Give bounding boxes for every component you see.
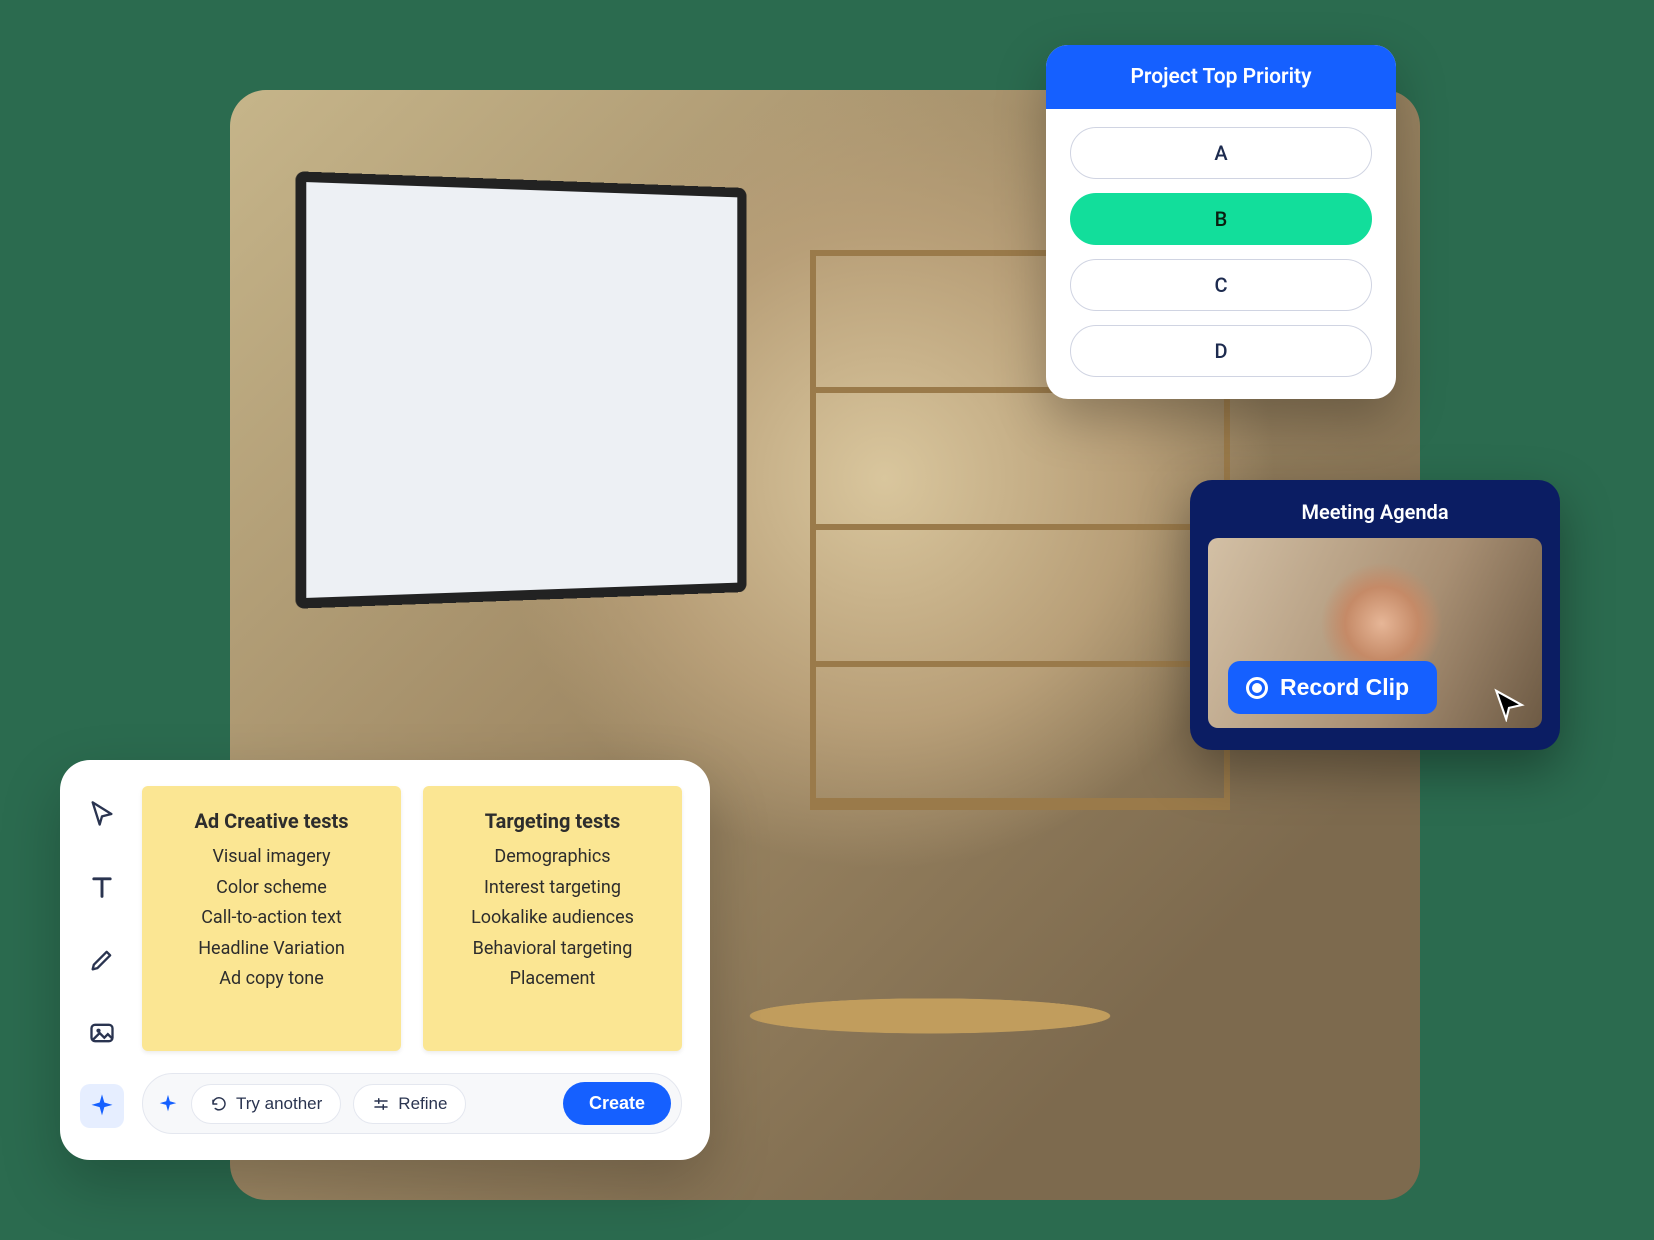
whiteboard-illustration bbox=[296, 171, 747, 608]
ai-tool[interactable] bbox=[80, 1084, 124, 1128]
text-icon bbox=[88, 873, 116, 901]
image-icon bbox=[88, 1019, 116, 1047]
agenda-title: Meeting Agenda bbox=[1208, 500, 1542, 524]
sticky-item: Ad copy tone bbox=[158, 964, 385, 995]
cursor-icon bbox=[1492, 688, 1526, 722]
image-tool[interactable] bbox=[80, 1011, 124, 1055]
sparkle-icon bbox=[157, 1093, 179, 1115]
record-clip-label: Record Clip bbox=[1280, 674, 1409, 701]
sticky-title: Ad Creative tests bbox=[158, 804, 385, 838]
poll-option-b[interactable]: B bbox=[1070, 193, 1372, 245]
poll-card: Project Top Priority A B C D bbox=[1046, 45, 1396, 399]
sticky-item: Visual imagery bbox=[158, 842, 385, 873]
create-button[interactable]: Create bbox=[563, 1082, 671, 1125]
poll-option-c[interactable]: C bbox=[1070, 259, 1372, 311]
tools-toolbar bbox=[80, 786, 124, 1134]
refine-label: Refine bbox=[398, 1094, 447, 1114]
sticky-note-targeting[interactable]: Targeting tests Demographics Interest ta… bbox=[423, 786, 682, 1051]
table-illustration bbox=[740, 998, 1119, 1033]
text-tool[interactable] bbox=[80, 865, 124, 909]
sticky-item: Lookalike audiences bbox=[439, 903, 666, 934]
try-another-label: Try another bbox=[236, 1094, 322, 1114]
sparkle-icon bbox=[88, 1092, 116, 1120]
sticky-title: Targeting tests bbox=[439, 804, 666, 838]
ai-actions-row: Try another Refine Create bbox=[142, 1073, 682, 1134]
panel-content: Ad Creative tests Visual imagery Color s… bbox=[142, 786, 682, 1134]
select-tool[interactable] bbox=[80, 792, 124, 836]
sliders-icon bbox=[372, 1095, 390, 1113]
sticky-item: Color scheme bbox=[158, 873, 385, 904]
cursor-outline-icon bbox=[88, 800, 116, 828]
sticky-item: Call-to-action text bbox=[158, 903, 385, 934]
poll-title: Project Top Priority bbox=[1046, 45, 1396, 109]
ai-suggestions-panel: Ad Creative tests Visual imagery Color s… bbox=[60, 760, 710, 1160]
sticky-item: Interest targeting bbox=[439, 873, 666, 904]
agenda-video-thumbnail: Record Clip bbox=[1208, 538, 1542, 728]
poll-option-d[interactable]: D bbox=[1070, 325, 1372, 377]
refresh-icon bbox=[210, 1095, 228, 1113]
sticky-note-ad-creative[interactable]: Ad Creative tests Visual imagery Color s… bbox=[142, 786, 401, 1051]
sticky-item: Headline Variation bbox=[158, 934, 385, 965]
meeting-agenda-card: Meeting Agenda Record Clip bbox=[1190, 480, 1560, 750]
record-icon bbox=[1246, 677, 1268, 699]
poll-option-a[interactable]: A bbox=[1070, 127, 1372, 179]
try-another-button[interactable]: Try another bbox=[191, 1084, 341, 1124]
refine-button[interactable]: Refine bbox=[353, 1084, 466, 1124]
record-clip-button[interactable]: Record Clip bbox=[1228, 661, 1437, 714]
poll-options: A B C D bbox=[1046, 109, 1396, 377]
sticky-item: Demographics bbox=[439, 842, 666, 873]
draw-tool[interactable] bbox=[80, 938, 124, 982]
sticky-item: Behavioral targeting bbox=[439, 934, 666, 965]
pencil-icon bbox=[88, 946, 116, 974]
sticky-notes-row: Ad Creative tests Visual imagery Color s… bbox=[142, 786, 682, 1051]
sticky-item: Placement bbox=[439, 964, 666, 995]
